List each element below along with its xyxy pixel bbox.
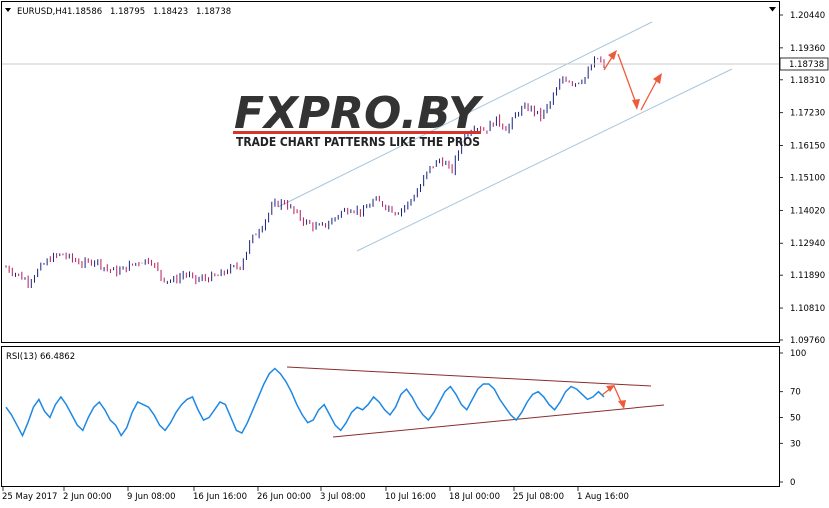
time-axis[interactable]: 25 May 2017 2 Jun 00:00 9 Jun 08:00 16 Jun … — [2, 487, 629, 502]
price-tick-label: 1.11890 — [790, 271, 825, 281]
price-tick-label: 1.18310 — [790, 76, 825, 86]
rsi-axis[interactable]: 100 70 50 30 0 — [779, 349, 806, 488]
price-tick-label: 1.20440 — [790, 11, 825, 21]
ohlc-high: 1.18795 — [110, 7, 145, 17]
time-tick-label: 18 Jul 00:00 — [449, 492, 500, 502]
ohlc-close: 1.18738 — [196, 7, 231, 17]
rsi-title: RSI(13) 66.4862 — [6, 352, 75, 362]
price-tick-label: 1.17230 — [790, 109, 825, 119]
rsi-tick-label: 100 — [790, 349, 806, 359]
time-tick-label: 25 Jul 08:00 — [513, 492, 564, 502]
rsi-tick-label: 50 — [790, 414, 801, 424]
time-tick-label: 25 May 2017 — [2, 492, 57, 502]
price-panel-frame — [1, 1, 780, 343]
price-tick-label: 1.19360 — [790, 44, 825, 54]
time-tick-label: 16 Jun 16:00 — [193, 492, 247, 502]
rsi-tick-label: 30 — [790, 439, 801, 449]
current-price-tag-label: 1.18738 — [789, 60, 824, 70]
rsi-panel-frame — [1, 346, 780, 487]
ohlc-low: 1.18423 — [153, 7, 188, 17]
time-tick-label: 9 Jun 08:00 — [127, 492, 176, 502]
fxpro-logo: FXPRO.BY TRADE CHART PATTERNS LIKE THE P… — [233, 88, 484, 149]
chart-root: EURUSD,H4 1.18586 1.18795 1.18423 1.1873… — [1, 1, 829, 502]
time-tick-label: 10 Jul 16:00 — [385, 492, 436, 502]
logo-tagline: TRADE CHART PATTERNS LIKE THE PROS — [236, 134, 480, 149]
rsi-tick-label: 70 — [790, 388, 801, 398]
price-tick-label: 1.14020 — [790, 206, 825, 216]
time-tick-label: 3 Jul 08:00 — [320, 492, 366, 502]
time-tick-label: 2 Jun 00:00 — [63, 492, 112, 502]
symbol-label: EURUSD,H4 — [17, 7, 67, 17]
time-tick-label: 26 Jun 00:00 — [257, 492, 311, 502]
price-tick-label: 1.09760 — [790, 336, 825, 346]
price-tick-label: 1.10810 — [790, 304, 825, 314]
price-tick-label: 1.15100 — [790, 174, 825, 184]
ohlc-open: 1.18586 — [67, 7, 102, 17]
time-tick-label: 1 Aug 16:00 — [577, 492, 629, 502]
rsi-tick-label: 0 — [790, 478, 795, 488]
price-tick-label: 1.12940 — [790, 239, 825, 249]
price-tick-label: 1.16150 — [790, 142, 825, 152]
